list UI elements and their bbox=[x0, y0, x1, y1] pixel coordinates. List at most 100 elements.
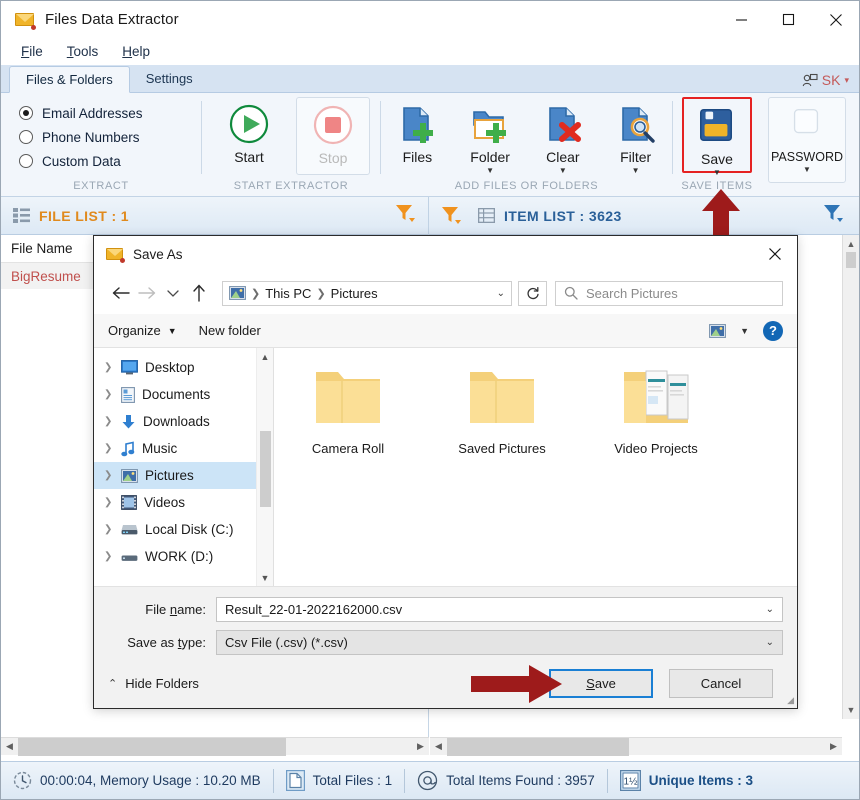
filter-orange-icon[interactable] bbox=[395, 204, 416, 228]
address-bar[interactable]: ❯ This PC ❯ Pictures ⌄ bbox=[222, 281, 512, 306]
resize-grip-icon[interactable]: ◢ bbox=[787, 695, 794, 706]
refresh-button[interactable] bbox=[518, 281, 547, 306]
app-title: Files Data Extractor bbox=[45, 11, 179, 28]
caret-down-icon[interactable]: ▼ bbox=[803, 167, 811, 173]
chevron-down-icon[interactable]: ▾ bbox=[844, 75, 849, 86]
chevron-right-icon[interactable]: ❯ bbox=[104, 470, 114, 481]
file-list-horizontal-scrollbar[interactable]: ◀ ▶ bbox=[1, 737, 429, 755]
chevron-right-icon[interactable]: ❯ bbox=[104, 443, 114, 454]
scroll-thumb[interactable] bbox=[447, 738, 629, 756]
scroll-left-arrow-icon[interactable]: ◀ bbox=[1, 741, 18, 752]
tree-item-documents[interactable]: ❯ Documents bbox=[94, 381, 256, 408]
tree-item-videos[interactable]: ❯ Videos bbox=[94, 489, 256, 516]
chevron-right-icon[interactable]: ❯ bbox=[104, 551, 114, 562]
save-button[interactable]: Save ▼ bbox=[682, 97, 752, 173]
dialog-navigation-bar: ❯ This PC ❯ Pictures ⌄ Search Pictures bbox=[94, 272, 797, 314]
forward-button[interactable] bbox=[134, 280, 160, 306]
recent-locations-button[interactable] bbox=[160, 280, 186, 306]
scroll-down-arrow-icon[interactable]: ▼ bbox=[261, 569, 270, 586]
up-button[interactable] bbox=[186, 280, 212, 306]
radio-email-addresses[interactable]: Email Addresses bbox=[19, 101, 183, 125]
search-box[interactable]: Search Pictures bbox=[555, 281, 783, 306]
radio-phone-numbers[interactable]: Phone Numbers bbox=[19, 125, 183, 149]
account-badge[interactable]: SK ▾ bbox=[802, 72, 849, 88]
close-icon[interactable] bbox=[752, 236, 797, 272]
back-button[interactable] bbox=[108, 280, 134, 306]
chevron-up-icon: ⌃ bbox=[108, 677, 117, 690]
folder-button[interactable]: Folder ▼ bbox=[454, 97, 527, 175]
chevron-down-icon[interactable]: ⌄ bbox=[766, 637, 774, 648]
scroll-left-arrow-icon[interactable]: ◀ bbox=[430, 741, 447, 752]
svg-text:1½: 1½ bbox=[623, 777, 638, 788]
chevron-right-icon[interactable]: ❯ bbox=[104, 362, 114, 373]
save-as-dialog: Save As bbox=[93, 235, 798, 709]
caret-down-icon[interactable]: ▼ bbox=[713, 170, 721, 176]
new-folder-button[interactable]: New folder bbox=[199, 323, 261, 338]
minimize-icon[interactable] bbox=[718, 1, 765, 38]
tab-files-and-folders[interactable]: Files & Folders bbox=[9, 66, 130, 93]
file-name-input[interactable]: Result_22-01-2022162000.csv ⌄ bbox=[216, 597, 783, 622]
play-icon bbox=[228, 103, 270, 145]
caret-down-icon[interactable]: ▼ bbox=[632, 168, 640, 174]
files-button[interactable]: Files bbox=[381, 97, 454, 175]
list-icon bbox=[13, 208, 30, 223]
tree-item-downloads[interactable]: ❯ Downloads bbox=[94, 408, 256, 435]
menu-item-tools[interactable]: Tools bbox=[55, 42, 111, 61]
scroll-right-arrow-icon[interactable]: ▶ bbox=[825, 741, 842, 752]
chevron-down-icon[interactable]: ⌄ bbox=[766, 604, 774, 615]
stop-button[interactable]: Stop bbox=[296, 97, 370, 175]
scroll-up-arrow-icon[interactable]: ▲ bbox=[843, 235, 859, 252]
scroll-thumb[interactable] bbox=[260, 431, 271, 507]
maximize-icon[interactable] bbox=[765, 1, 812, 38]
save-as-type-select[interactable]: Csv File (.csv) (*.csv) ⌄ bbox=[216, 630, 783, 655]
chevron-down-icon[interactable]: ⌄ bbox=[497, 288, 505, 299]
dialog-save-button[interactable]: Save bbox=[549, 669, 653, 698]
filter-blue-icon[interactable] bbox=[823, 204, 844, 228]
view-mode-icon[interactable] bbox=[709, 324, 726, 338]
scroll-up-arrow-icon[interactable]: ▲ bbox=[261, 348, 270, 365]
tree-item-work-d[interactable]: ❯ WORK (D:) bbox=[94, 543, 256, 570]
tree-item-local-disk-c[interactable]: ❯ Local Disk (C:) bbox=[94, 516, 256, 543]
caret-down-icon[interactable]: ▼ bbox=[486, 168, 494, 174]
dialog-cancel-button[interactable]: Cancel bbox=[669, 669, 773, 698]
radio-custom-data[interactable]: Custom Data bbox=[19, 149, 183, 173]
password-button[interactable]: PASSWORD ▼ bbox=[768, 97, 846, 183]
chevron-right-icon[interactable]: ❯ bbox=[104, 389, 114, 400]
filter-button[interactable]: Filter ▼ bbox=[599, 97, 672, 175]
menu-item-help[interactable]: Help bbox=[110, 42, 162, 61]
scroll-right-arrow-icon[interactable]: ▶ bbox=[412, 741, 429, 752]
scroll-thumb[interactable] bbox=[846, 252, 856, 268]
ribbon-group-password: PASSWORD ▼ bbox=[761, 93, 853, 196]
caret-down-icon[interactable]: ▼ bbox=[559, 168, 567, 174]
chevron-right-icon[interactable]: ❯ bbox=[104, 497, 114, 508]
file-item-saved-pictures[interactable]: Saved Pictures bbox=[450, 366, 554, 456]
menu-item-file[interactable]: FFileile bbox=[9, 42, 55, 61]
breadcrumb-pictures[interactable]: Pictures bbox=[331, 286, 378, 301]
chevron-right-icon[interactable]: ❯ bbox=[104, 416, 114, 427]
scroll-down-arrow-icon[interactable]: ▼ bbox=[843, 701, 859, 718]
start-button[interactable]: Start bbox=[212, 97, 286, 175]
clear-button[interactable]: Clear ▼ bbox=[527, 97, 600, 175]
scroll-thumb[interactable] bbox=[18, 738, 286, 756]
caret-down-icon[interactable]: ▼ bbox=[740, 326, 749, 336]
help-icon[interactable]: ? bbox=[763, 321, 783, 341]
tree-vertical-scrollbar[interactable]: ▲ ▼ bbox=[256, 348, 273, 586]
hide-folders-button[interactable]: ⌃ Hide Folders bbox=[108, 676, 199, 691]
pictures-icon bbox=[121, 469, 138, 483]
tree-item-pictures[interactable]: ❯ Pictures bbox=[94, 462, 256, 489]
tree-item-desktop[interactable]: ❯ Desktop bbox=[94, 354, 256, 381]
file-item-video-projects[interactable]: Video Projects bbox=[604, 366, 708, 456]
item-list-horizontal-scrollbar[interactable]: ◀ ▶ bbox=[430, 737, 842, 755]
dialog-envelope-icon bbox=[106, 247, 124, 261]
breadcrumb-this-pc[interactable]: This PC bbox=[265, 286, 311, 301]
filter-orange-icon[interactable] bbox=[441, 206, 462, 225]
file-item-label: Saved Pictures bbox=[458, 441, 545, 456]
organize-button[interactable]: Organize ▼ bbox=[108, 323, 177, 338]
tree-item-label: Downloads bbox=[143, 414, 210, 429]
file-item-camera-roll[interactable]: Camera Roll bbox=[296, 366, 400, 456]
item-list-vertical-scrollbar[interactable]: ▲ ▼ bbox=[842, 235, 859, 719]
chevron-right-icon[interactable]: ❯ bbox=[104, 524, 114, 535]
tab-settings[interactable]: Settings bbox=[130, 65, 209, 92]
tree-item-music[interactable]: ❯ Music bbox=[94, 435, 256, 462]
close-icon[interactable] bbox=[812, 1, 859, 38]
